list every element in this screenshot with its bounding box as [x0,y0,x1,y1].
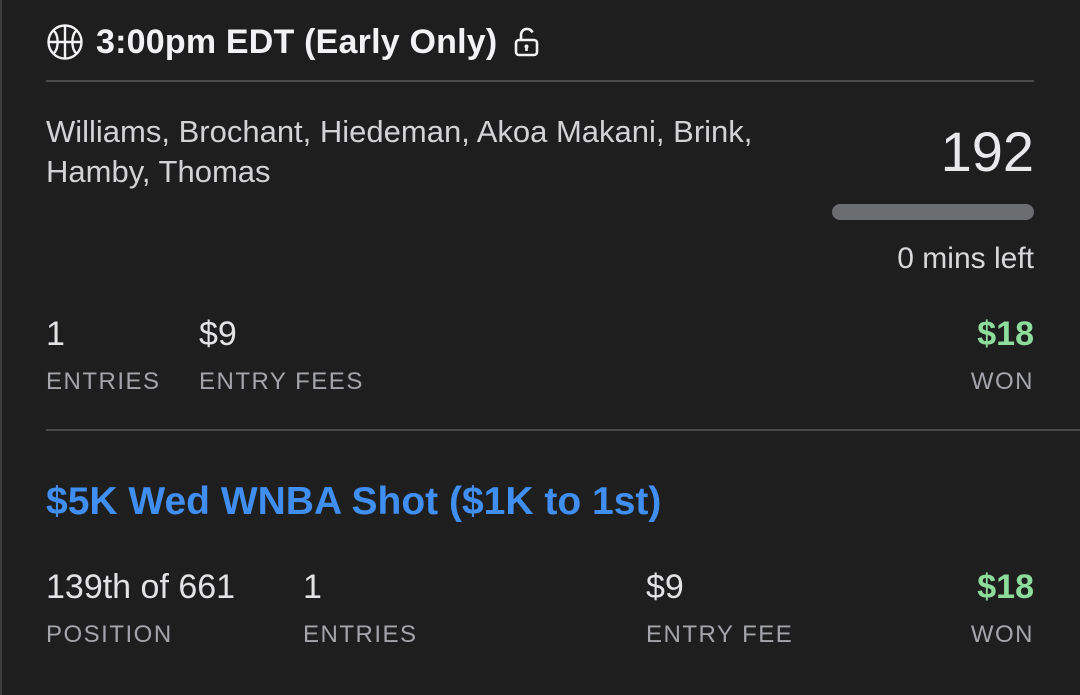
won-value: $18 [977,315,1034,353]
unlocked-lock-icon[interactable] [513,27,541,57]
slate-header: 3:00pm EDT (Early Only) [46,20,541,64]
contest-won-value: $18 [977,568,1034,606]
entries-label: ENTRIES [46,368,161,395]
entries-value: 1 [46,315,65,353]
entry-fees-value: $9 [199,315,237,353]
lineup-players: Williams, Brochant, Hiedeman, Akoa Makan… [46,114,753,189]
time-progress-bar [832,204,1034,220]
position-value: 139th of 661 [46,568,236,606]
entry-fee-value: $9 [646,568,684,606]
contest-entries-value: 1 [303,568,322,606]
entry-fee-label: ENTRY FEE [646,621,794,648]
basketball-icon [46,23,84,61]
contest-title-link[interactable]: $5K Wed WNBA Shot ($1K to 1st) [46,478,661,526]
contest-won-label: WON [970,621,1034,648]
contest-entries-label: ENTRIES [303,621,418,648]
won-label: WON [970,368,1034,395]
position-label: POSITION [46,621,173,648]
lineup-score: 192 [940,120,1034,183]
time-progress-fill [832,204,1034,220]
entry-fees-label: ENTRY FEES [199,368,364,395]
section-divider [46,429,1080,431]
slate-title: 3:00pm EDT (Early Only) [96,22,498,61]
time-left-label: 0 mins left [897,242,1034,275]
header-divider [46,80,1034,82]
